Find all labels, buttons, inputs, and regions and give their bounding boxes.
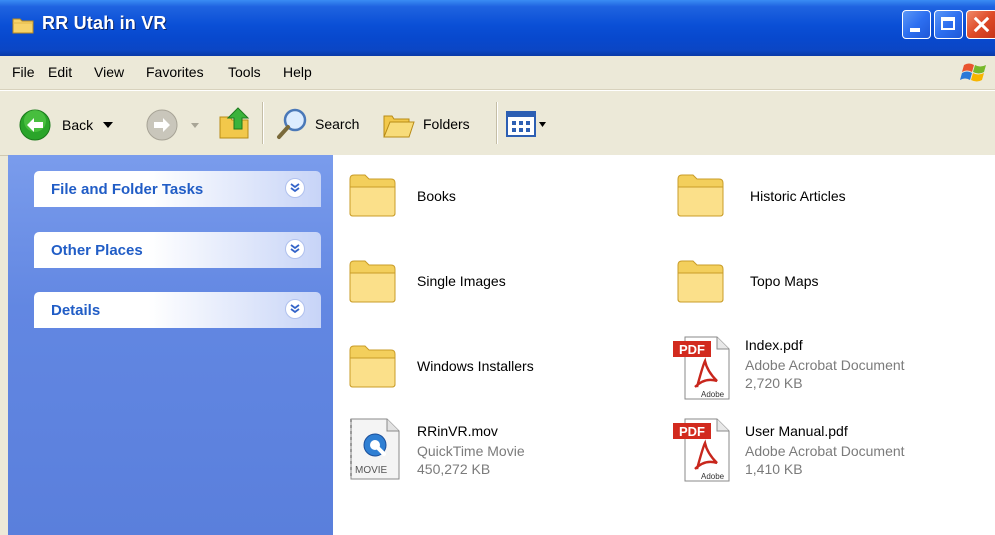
movie-label: MOVIE <box>355 465 388 476</box>
folder-icon <box>349 345 396 388</box>
adobe-label: Adobe <box>701 472 725 481</box>
folder-up-icon <box>219 107 250 139</box>
views-button[interactable] <box>506 110 546 138</box>
folders-icon <box>383 115 415 138</box>
menu-favorites[interactable]: Favorites <box>146 64 204 80</box>
back-button[interactable]: Back <box>18 108 114 142</box>
windows-logo-icon <box>960 63 986 82</box>
dropdown-arrow-icon <box>103 122 114 128</box>
back-label: Back <box>62 117 94 133</box>
expand-chevron-icon[interactable] <box>285 178 305 198</box>
menu-file[interactable]: File <box>12 64 35 80</box>
folders-label: Folders <box>423 116 470 132</box>
menu-edit[interactable]: Edit <box>48 64 72 80</box>
folder-icon <box>349 174 396 217</box>
pdf-badge: PDF <box>679 424 705 439</box>
panel-file-folder-tasks[interactable]: File and Folder Tasks <box>34 171 321 207</box>
panel-details[interactable]: Details <box>34 292 321 328</box>
item-type: Adobe Acrobat Document <box>745 443 905 459</box>
views-icon <box>506 111 536 137</box>
menu-help[interactable]: Help <box>283 64 312 80</box>
panel-title: Other Places <box>51 242 143 259</box>
item-name: RRinVR.mov <box>417 423 498 439</box>
dropdown-arrow-icon <box>539 121 546 127</box>
item-name: User Manual.pdf <box>745 423 848 439</box>
item-name: Historic Articles <box>750 188 846 204</box>
folder-icon <box>12 18 34 34</box>
folder-icon <box>677 260 724 303</box>
item-name: Index.pdf <box>745 337 803 353</box>
up-folder-button[interactable] <box>218 105 254 141</box>
folders-button[interactable]: Folders <box>383 108 470 140</box>
item-size: 450,272 KB <box>417 461 491 477</box>
item-name: Topo Maps <box>750 273 819 289</box>
expand-chevron-icon[interactable] <box>285 299 305 319</box>
item-type: Adobe Acrobat Document <box>745 357 905 373</box>
item-name: Books <box>417 188 456 204</box>
panel-other-places[interactable]: Other Places <box>34 232 321 268</box>
item-size: 2,720 KB <box>745 375 803 391</box>
folder-icon <box>349 260 396 303</box>
pdf-badge: PDF <box>679 342 705 357</box>
file-list: Books Historic Articles Single Images To… <box>333 155 995 535</box>
close-button[interactable] <box>966 10 995 39</box>
pdf-file-icon: PDF Adobe <box>673 418 730 482</box>
item-name: Single Images <box>417 273 506 289</box>
back-arrow-icon <box>19 109 51 141</box>
search-icon <box>277 108 307 139</box>
quicktime-movie-icon: MOVIE <box>350 418 400 480</box>
menu-bar: File Edit View Favorites Tools Help <box>0 56 995 90</box>
adobe-label: Adobe <box>701 390 725 399</box>
expand-chevron-icon[interactable] <box>285 239 305 259</box>
maximize-button[interactable] <box>934 10 963 39</box>
panel-title: Details <box>51 302 101 319</box>
explorer-window: RR Utah in VR File Edit View Favorites T… <box>0 0 995 535</box>
item-size: 1,410 KB <box>745 461 803 477</box>
menu-tools[interactable]: Tools <box>228 64 261 80</box>
window-title: RR Utah in VR <box>42 13 167 33</box>
item-type: QuickTime Movie <box>417 443 525 459</box>
title-bar[interactable]: RR Utah in VR <box>0 0 995 56</box>
pdf-file-icon: PDF Adobe <box>673 336 730 400</box>
dropdown-arrow-icon <box>191 122 199 128</box>
menu-view[interactable]: View <box>94 64 124 80</box>
panel-title: File and Folder Tasks <box>51 181 204 198</box>
folder-icon <box>677 174 724 217</box>
forward-button[interactable] <box>145 108 199 142</box>
forward-arrow-icon <box>146 109 178 141</box>
task-pane: File and Folder Tasks Other Places Detai… <box>8 155 333 535</box>
search-label: Search <box>315 116 360 132</box>
minimize-button[interactable] <box>902 10 931 39</box>
search-button[interactable]: Search <box>275 106 359 142</box>
item-name: Windows Installers <box>417 358 534 374</box>
